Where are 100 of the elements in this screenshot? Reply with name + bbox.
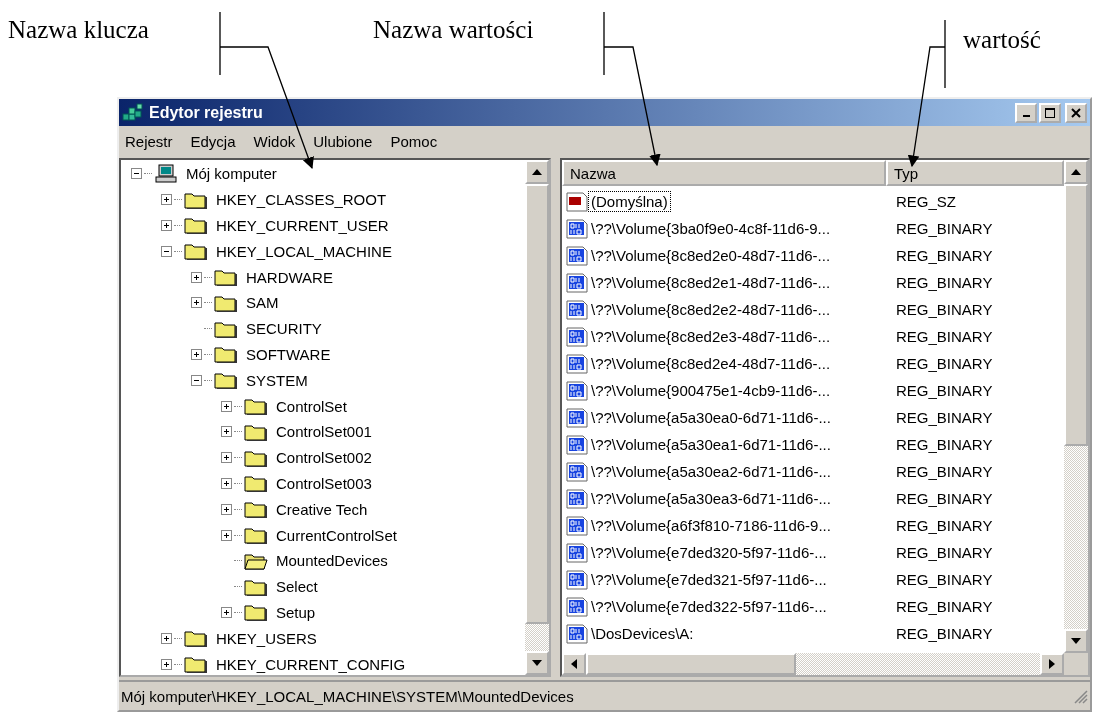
scroll-down-button[interactable] <box>1064 629 1088 653</box>
value-name[interactable]: \??\Volume{a5a30ea0-6d71-11d6-... <box>588 407 834 428</box>
close-icon <box>1071 107 1081 118</box>
menu-item[interactable]: Edycja <box>190 132 236 150</box>
tree-item[interactable]: CurrentControlSet <box>274 526 399 544</box>
value-type: REG_BINARY <box>896 571 993 588</box>
tree-item[interactable]: SAM <box>244 294 281 312</box>
value-name[interactable]: \??\Volume{a5a30ea1-6d71-11d6-... <box>588 434 834 455</box>
close-button[interactable] <box>1065 102 1087 123</box>
minimize-button[interactable] <box>1015 102 1037 123</box>
value-type: REG_BINARY <box>896 598 993 615</box>
tree-item[interactable]: HARDWARE <box>244 268 335 286</box>
expander-icon[interactable] <box>221 477 232 489</box>
menu-item[interactable]: Pomoc <box>390 132 438 150</box>
tree-item[interactable]: HKEY_USERS <box>214 629 319 647</box>
expander-icon[interactable] <box>161 220 172 231</box>
scroll-up-button[interactable] <box>1064 160 1088 184</box>
column-header[interactable]: Typ <box>886 160 1064 186</box>
tree-item[interactable]: MountedDevices <box>274 552 390 570</box>
value-type: REG_BINARY <box>896 382 993 399</box>
binary-value-icon <box>566 299 588 320</box>
expander-icon[interactable] <box>191 348 202 360</box>
value-name[interactable]: \??\Volume{e7ded320-5f97-11d6-... <box>588 542 830 563</box>
value-name[interactable]: \??\Volume{8c8ed2e1-48d7-11d6-... <box>588 272 834 293</box>
binary-value-icon <box>566 407 588 428</box>
scroll-right-button[interactable] <box>1040 653 1064 675</box>
tree-item[interactable]: Creative Tech <box>274 500 370 518</box>
binary-value-icon <box>566 434 588 455</box>
value-type: REG_BINARY <box>896 490 993 507</box>
value-type: REG_BINARY <box>896 436 993 453</box>
scroll-thumb[interactable] <box>525 184 549 624</box>
tree-item[interactable]: SECURITY <box>244 320 324 338</box>
value-name[interactable]: \??\Volume{a5a30ea2-6d71-11d6-... <box>588 461 834 482</box>
value-type: REG_BINARY <box>896 409 993 426</box>
scroll-thumb[interactable] <box>586 653 796 675</box>
tree-item[interactable]: HKEY_CLASSES_ROOT <box>214 191 389 209</box>
value-type: REG_BINARY <box>896 355 993 372</box>
expander-icon[interactable] <box>191 374 202 386</box>
tree-item[interactable]: ControlSet003 <box>274 474 374 492</box>
value-name[interactable]: \??\Volume{8c8ed2e3-48d7-11d6-... <box>588 326 834 347</box>
expander-icon[interactable] <box>221 426 232 438</box>
maximize-button[interactable] <box>1039 102 1061 123</box>
expander-icon[interactable] <box>191 271 202 283</box>
expander-icon[interactable] <box>131 168 142 180</box>
tree-item[interactable]: Select <box>274 578 320 596</box>
value-name[interactable]: \??\Volume{a6f3f810-7186-11d6-9... <box>588 515 834 536</box>
status-bar-path: Mój komputer\HKEY_LOCAL_MACHINE\SYSTEM\MountedDevices <box>120 687 575 705</box>
tree-item[interactable]: SOFTWARE <box>244 345 333 363</box>
expander-icon[interactable] <box>221 400 232 412</box>
value-name[interactable]: \??\Volume{8c8ed2e4-48d7-11d6-... <box>588 353 834 374</box>
binary-value-icon <box>566 380 588 401</box>
expander-icon[interactable] <box>191 297 202 309</box>
tree-item[interactable]: HKEY_CURRENT_USER <box>214 217 391 234</box>
expander-icon[interactable] <box>161 194 172 206</box>
menu-item[interactable]: Widok <box>253 132 296 150</box>
tree-item[interactable]: Mój komputer <box>184 165 279 183</box>
value-name[interactable]: (Domyślna) <box>588 191 671 212</box>
tree-item[interactable]: ControlSet001 <box>274 423 374 441</box>
tree-item[interactable]: ControlSet <box>274 397 349 415</box>
value-name[interactable]: \??\Volume{8c8ed2e0-48d7-11d6-... <box>588 245 834 266</box>
tree-item[interactable]: ControlSet002 <box>274 449 374 467</box>
scroll-up-button[interactable] <box>525 160 549 184</box>
value-type: REG_BINARY <box>896 274 993 291</box>
tree-item[interactable]: HKEY_CURRENT_CONFIG <box>214 655 408 673</box>
expander-icon[interactable] <box>221 452 232 464</box>
expander-icon[interactable] <box>161 245 172 257</box>
binary-value-icon <box>566 488 588 509</box>
resize-grip-icon[interactable] <box>1072 688 1088 704</box>
binary-value-icon <box>566 353 588 374</box>
value-name[interactable]: \DosDevices\A: <box>588 623 697 644</box>
expander-icon[interactable] <box>221 606 232 618</box>
menu-item[interactable]: Ulubione <box>313 132 373 150</box>
value-name[interactable]: \??\Volume{e7ded321-5f97-11d6-... <box>588 569 830 590</box>
expander-icon[interactable] <box>161 658 172 670</box>
expander-icon[interactable] <box>221 503 232 515</box>
expander-icon[interactable] <box>221 529 232 541</box>
menu-item[interactable]: Rejestr <box>125 132 173 150</box>
tree-item[interactable]: SYSTEM <box>244 371 310 389</box>
value-type: REG_BINARY <box>896 328 993 345</box>
value-name[interactable]: \??\Volume{900475e1-4cb9-11d6-... <box>588 380 834 401</box>
scroll-thumb[interactable] <box>1064 184 1088 446</box>
scroll-down-button[interactable] <box>525 651 549 675</box>
binary-value-icon <box>566 569 588 590</box>
value-name[interactable]: \??\Volume{8c8ed2e2-48d7-11d6-... <box>588 299 834 320</box>
column-header[interactable]: Nazwa <box>562 160 886 186</box>
binary-value-icon <box>566 542 588 563</box>
minimize-icon <box>1022 115 1030 117</box>
annotation-label: Nazwa wartości <box>373 16 534 44</box>
tree-item[interactable]: Setup <box>274 603 318 621</box>
value-name[interactable]: \??\Volume{3ba0f9e0-4c8f-11d6-9... <box>588 218 834 239</box>
expander-icon[interactable] <box>161 632 172 644</box>
value-type: REG_BINARY <box>896 301 993 318</box>
tree-item[interactable]: HKEY_LOCAL_MACHINE <box>214 242 394 260</box>
value-name[interactable]: \??\Volume{a5a30ea3-6d71-11d6-... <box>588 488 834 509</box>
caret-down-icon <box>532 660 542 666</box>
value-name[interactable]: \??\Volume{e7ded322-5f97-11d6-... <box>588 596 830 617</box>
value-type: REG_SZ <box>896 193 956 210</box>
caret-down-icon <box>1071 638 1081 644</box>
scroll-left-button[interactable] <box>562 653 586 675</box>
scrollbar-corner <box>1064 653 1088 675</box>
